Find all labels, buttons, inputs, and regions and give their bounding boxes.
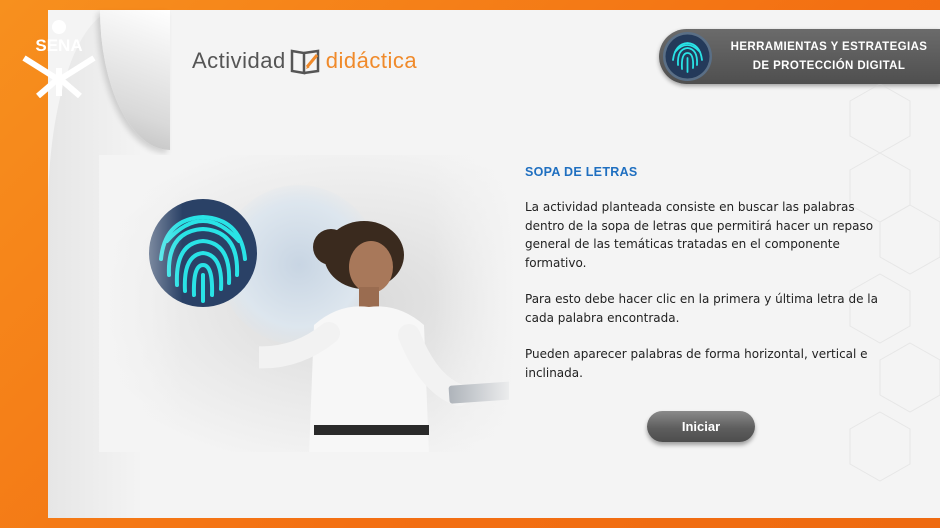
badge-fingerprint-circle xyxy=(663,32,712,81)
activity-title-word1: Actividad xyxy=(192,48,286,73)
instructions-paragraph-3: Pueden aparecer palabras de forma horizo… xyxy=(525,347,868,380)
hero-fade xyxy=(99,155,517,452)
instructions-paragraph-2: Para esto debe hacer clic en la primera … xyxy=(525,292,878,325)
start-button-label: Iniciar xyxy=(681,419,721,434)
activity-title-word2: didáctica xyxy=(325,48,418,73)
fingerprint-icon xyxy=(665,34,710,79)
sena-logo: SENA xyxy=(18,18,100,99)
book-pencil-icon xyxy=(290,47,322,75)
start-button[interactable]: Iniciar xyxy=(647,411,755,442)
instructions-paragraph-1: La actividad planteada consiste en busca… xyxy=(525,200,874,270)
course-header-badge: HERRAMIENTAS Y ESTRATEGIAS DE PROTECCIÓN… xyxy=(659,29,940,84)
sena-logo-text: SENA xyxy=(35,36,82,55)
badge-text: HERRAMIENTAS Y ESTRATEGIAS DE PROTECCIÓN… xyxy=(725,38,933,76)
badge-line1: HERRAMIENTAS Y ESTRATEGIAS xyxy=(730,41,928,53)
badge-line2: DE PROTECCIÓN DIGITAL xyxy=(752,60,906,72)
activity-heading: SOPA DE LETRAS xyxy=(525,165,638,179)
hero-illustration xyxy=(99,155,517,452)
activity-title: Actividad didáctica xyxy=(192,44,417,78)
